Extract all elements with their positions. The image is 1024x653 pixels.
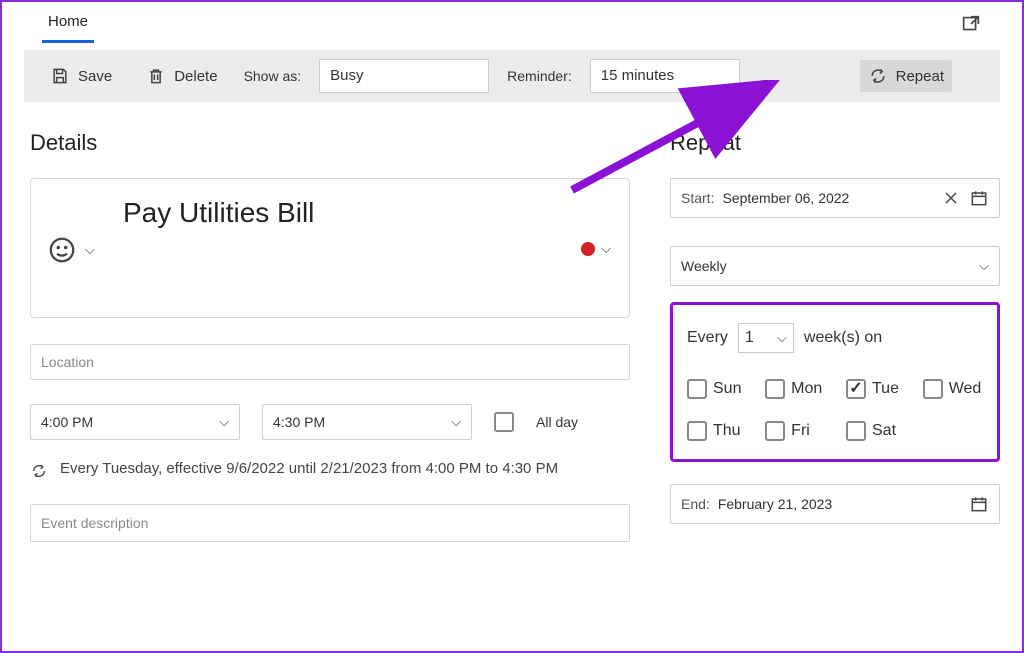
chevron-down-icon: ⌵ bbox=[219, 405, 229, 439]
day-label: Thu bbox=[713, 422, 741, 440]
color-dot-icon bbox=[581, 242, 595, 256]
day-checkbox[interactable] bbox=[687, 379, 707, 399]
repeat-heading: Repeat bbox=[670, 130, 1000, 156]
day-checkbox[interactable] bbox=[923, 379, 943, 399]
day-fri[interactable]: Fri bbox=[765, 421, 824, 441]
close-icon[interactable] bbox=[941, 188, 961, 208]
interval-select[interactable]: 1 ⌵ bbox=[738, 323, 794, 353]
event-card: Pay Utilities Bill ⌵ ⌵ bbox=[30, 178, 630, 318]
toolbar: Save Delete Show as: Busy Reminder: 15 m… bbox=[24, 50, 1000, 102]
description-input[interactable]: Event description bbox=[30, 504, 630, 542]
day-checkbox[interactable] bbox=[765, 379, 785, 399]
every-unit: week(s) on bbox=[804, 329, 882, 347]
repeat-button-label: Repeat bbox=[896, 68, 944, 85]
reminder-select[interactable]: 15 minutes bbox=[590, 59, 740, 93]
start-date-label: Start: bbox=[681, 190, 714, 206]
day-wed[interactable]: Wed bbox=[923, 379, 983, 399]
day-label: Mon bbox=[791, 380, 822, 398]
day-checkbox[interactable] bbox=[846, 379, 866, 399]
delete-button[interactable]: Delete bbox=[138, 60, 225, 92]
day-label: Sat bbox=[872, 422, 896, 440]
save-icon bbox=[50, 66, 70, 86]
day-mon[interactable]: Mon bbox=[765, 379, 824, 399]
day-label: Wed bbox=[949, 380, 982, 398]
day-label: Sun bbox=[713, 380, 741, 398]
repeat-button[interactable]: Repeat bbox=[860, 60, 952, 92]
calendar-icon[interactable] bbox=[969, 188, 989, 208]
emoji-picker[interactable]: ⌵ bbox=[47, 235, 95, 265]
recurrence-icon bbox=[30, 462, 48, 480]
end-date-value: February 21, 2023 bbox=[718, 496, 961, 512]
interval-value: 1 bbox=[745, 329, 754, 347]
popout-icon[interactable] bbox=[960, 13, 982, 38]
end-time-select[interactable]: 4:30 PM ⌵ bbox=[262, 404, 472, 440]
category-picker[interactable]: ⌵ bbox=[581, 241, 611, 257]
frequency-select[interactable]: Weekly ⌵ bbox=[670, 246, 1000, 286]
day-checkbox[interactable] bbox=[765, 421, 785, 441]
end-time-value: 4:30 PM bbox=[273, 405, 325, 439]
start-time-select[interactable]: 4:00 PM ⌵ bbox=[30, 404, 240, 440]
location-input[interactable]: Location bbox=[30, 344, 630, 380]
save-button[interactable]: Save bbox=[42, 60, 120, 92]
trash-icon bbox=[146, 66, 166, 86]
day-label: Fri bbox=[791, 422, 810, 440]
chevron-down-icon: ⌵ bbox=[979, 258, 989, 274]
start-date-row[interactable]: Start: September 06, 2022 bbox=[670, 178, 1000, 218]
day-tue[interactable]: Tue bbox=[846, 379, 901, 399]
chevron-down-icon: ⌵ bbox=[85, 242, 95, 258]
chevron-down-icon: ⌵ bbox=[777, 330, 787, 346]
private-button[interactable] bbox=[970, 62, 982, 90]
all-day-label: All day bbox=[536, 414, 578, 430]
delete-label: Delete bbox=[174, 68, 217, 85]
event-title[interactable]: Pay Utilities Bill bbox=[123, 197, 609, 229]
day-checkbox[interactable] bbox=[687, 421, 707, 441]
show-as-label: Show as: bbox=[244, 68, 302, 84]
details-heading: Details bbox=[30, 130, 630, 156]
show-as-select[interactable]: Busy bbox=[319, 59, 489, 93]
calendar-icon[interactable] bbox=[969, 494, 989, 514]
tab-home[interactable]: Home bbox=[42, 7, 94, 43]
chevron-down-icon: ⌵ bbox=[451, 405, 461, 439]
day-thu[interactable]: Thu bbox=[687, 421, 743, 441]
chevron-down-icon: ⌵ bbox=[601, 241, 611, 257]
day-sun[interactable]: Sun bbox=[687, 379, 743, 399]
day-sat[interactable]: Sat bbox=[846, 421, 901, 441]
all-day-checkbox[interactable] bbox=[494, 412, 514, 432]
weekly-options: Every 1 ⌵ week(s) on Sun Mon Tue Wed Thu Fri S… bbox=[670, 302, 1000, 462]
end-date-row[interactable]: End: February 21, 2023 bbox=[670, 484, 1000, 524]
repeat-icon bbox=[868, 66, 888, 86]
recurrence-text: Every Tuesday, effective 9/6/2022 until … bbox=[60, 460, 558, 477]
day-label: Tue bbox=[872, 380, 899, 398]
end-date-label: End: bbox=[681, 496, 710, 512]
start-time-value: 4:00 PM bbox=[41, 405, 93, 439]
start-date-value: September 06, 2022 bbox=[722, 190, 933, 206]
day-checkbox[interactable] bbox=[846, 421, 866, 441]
frequency-value: Weekly bbox=[681, 258, 727, 274]
save-label: Save bbox=[78, 68, 112, 85]
every-label: Every bbox=[687, 329, 728, 347]
reminder-label: Reminder: bbox=[507, 68, 572, 84]
smiley-icon bbox=[47, 235, 77, 265]
